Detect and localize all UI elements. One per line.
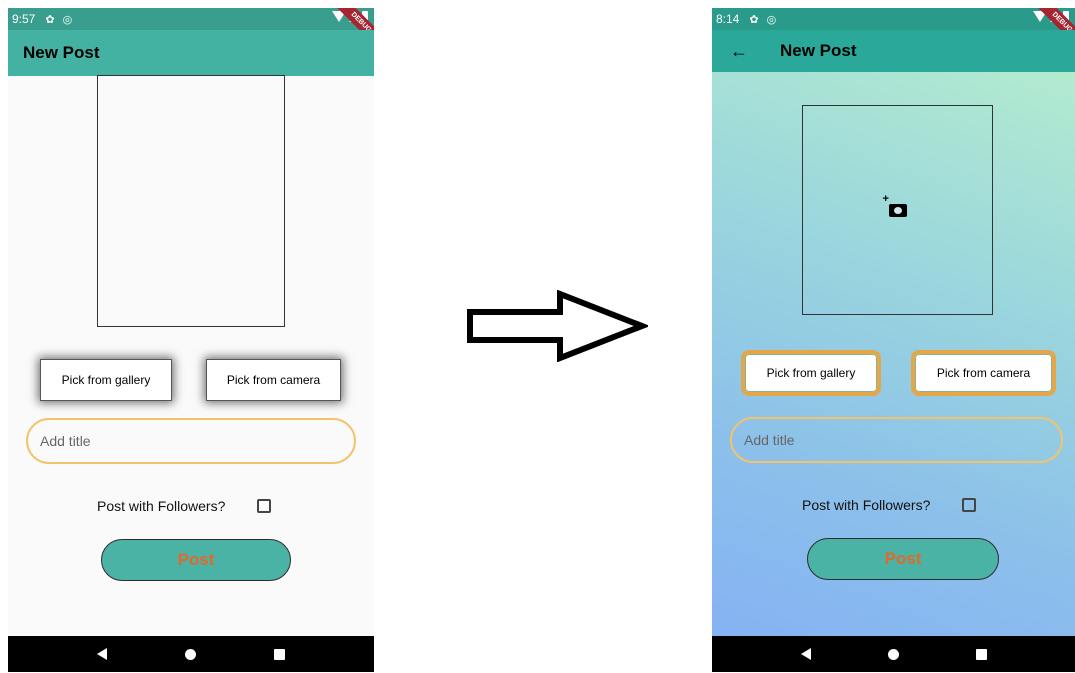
pick-from-gallery-button[interactable]: Pick from gallery	[741, 350, 881, 396]
image-preview-box[interactable]	[802, 105, 993, 315]
title-input[interactable]	[26, 418, 356, 464]
title-input[interactable]	[730, 417, 1063, 463]
pick-from-gallery-button[interactable]: Pick from gallery	[40, 359, 172, 401]
page-title: New Post	[780, 41, 857, 60]
phone-screen-after: 8:14 ✿ ◎ DEBUG ← New Post Pick from gall…	[712, 8, 1075, 672]
settings-icon: ✿	[45, 13, 55, 26]
add-camera-icon[interactable]	[883, 193, 907, 217]
phone-screen-before: 9:57 ✿ ◎ DEBUG New Post Pick from galler…	[8, 8, 374, 672]
status-bar: 9:57 ✿ ◎	[8, 8, 374, 30]
nav-back-icon[interactable]	[97, 648, 107, 660]
followers-row: Post with Followers?	[97, 498, 272, 514]
sync-icon: ◎	[766, 13, 777, 26]
post-button[interactable]: Post	[807, 538, 999, 580]
nav-home-icon[interactable]	[887, 648, 899, 660]
status-time: 8:14	[716, 12, 740, 26]
nav-recents-icon[interactable]	[274, 648, 285, 660]
nav-back-icon[interactable]	[800, 648, 811, 660]
followers-checkbox[interactable]	[962, 498, 977, 512]
nav-home-icon[interactable]	[185, 648, 196, 660]
status-bar: 8:14 ✿ ◎	[712, 8, 1075, 30]
app-bar: New Post	[8, 30, 374, 76]
navigation-bar	[712, 636, 1075, 672]
pick-from-camera-button[interactable]: Pick from camera	[911, 350, 1056, 396]
status-time: 9:57	[12, 12, 36, 26]
followers-label: Post with Followers?	[97, 498, 226, 514]
back-arrow-icon[interactable]: ←	[730, 41, 748, 62]
pick-from-camera-button[interactable]: Pick from camera	[206, 359, 341, 401]
navigation-bar	[8, 636, 374, 672]
followers-row: Post with Followers?	[802, 497, 977, 513]
app-bar: ← New Post	[712, 30, 1075, 72]
nav-recents-icon[interactable]	[975, 648, 987, 660]
post-button[interactable]: Post	[101, 539, 291, 581]
sync-icon: ◎	[62, 13, 73, 26]
page-title: New Post	[23, 43, 100, 62]
image-preview-box[interactable]	[97, 75, 285, 327]
followers-label: Post with Followers?	[802, 497, 931, 513]
settings-icon: ✿	[749, 13, 759, 26]
transition-arrow-icon	[467, 290, 648, 362]
followers-checkbox[interactable]	[257, 499, 272, 513]
